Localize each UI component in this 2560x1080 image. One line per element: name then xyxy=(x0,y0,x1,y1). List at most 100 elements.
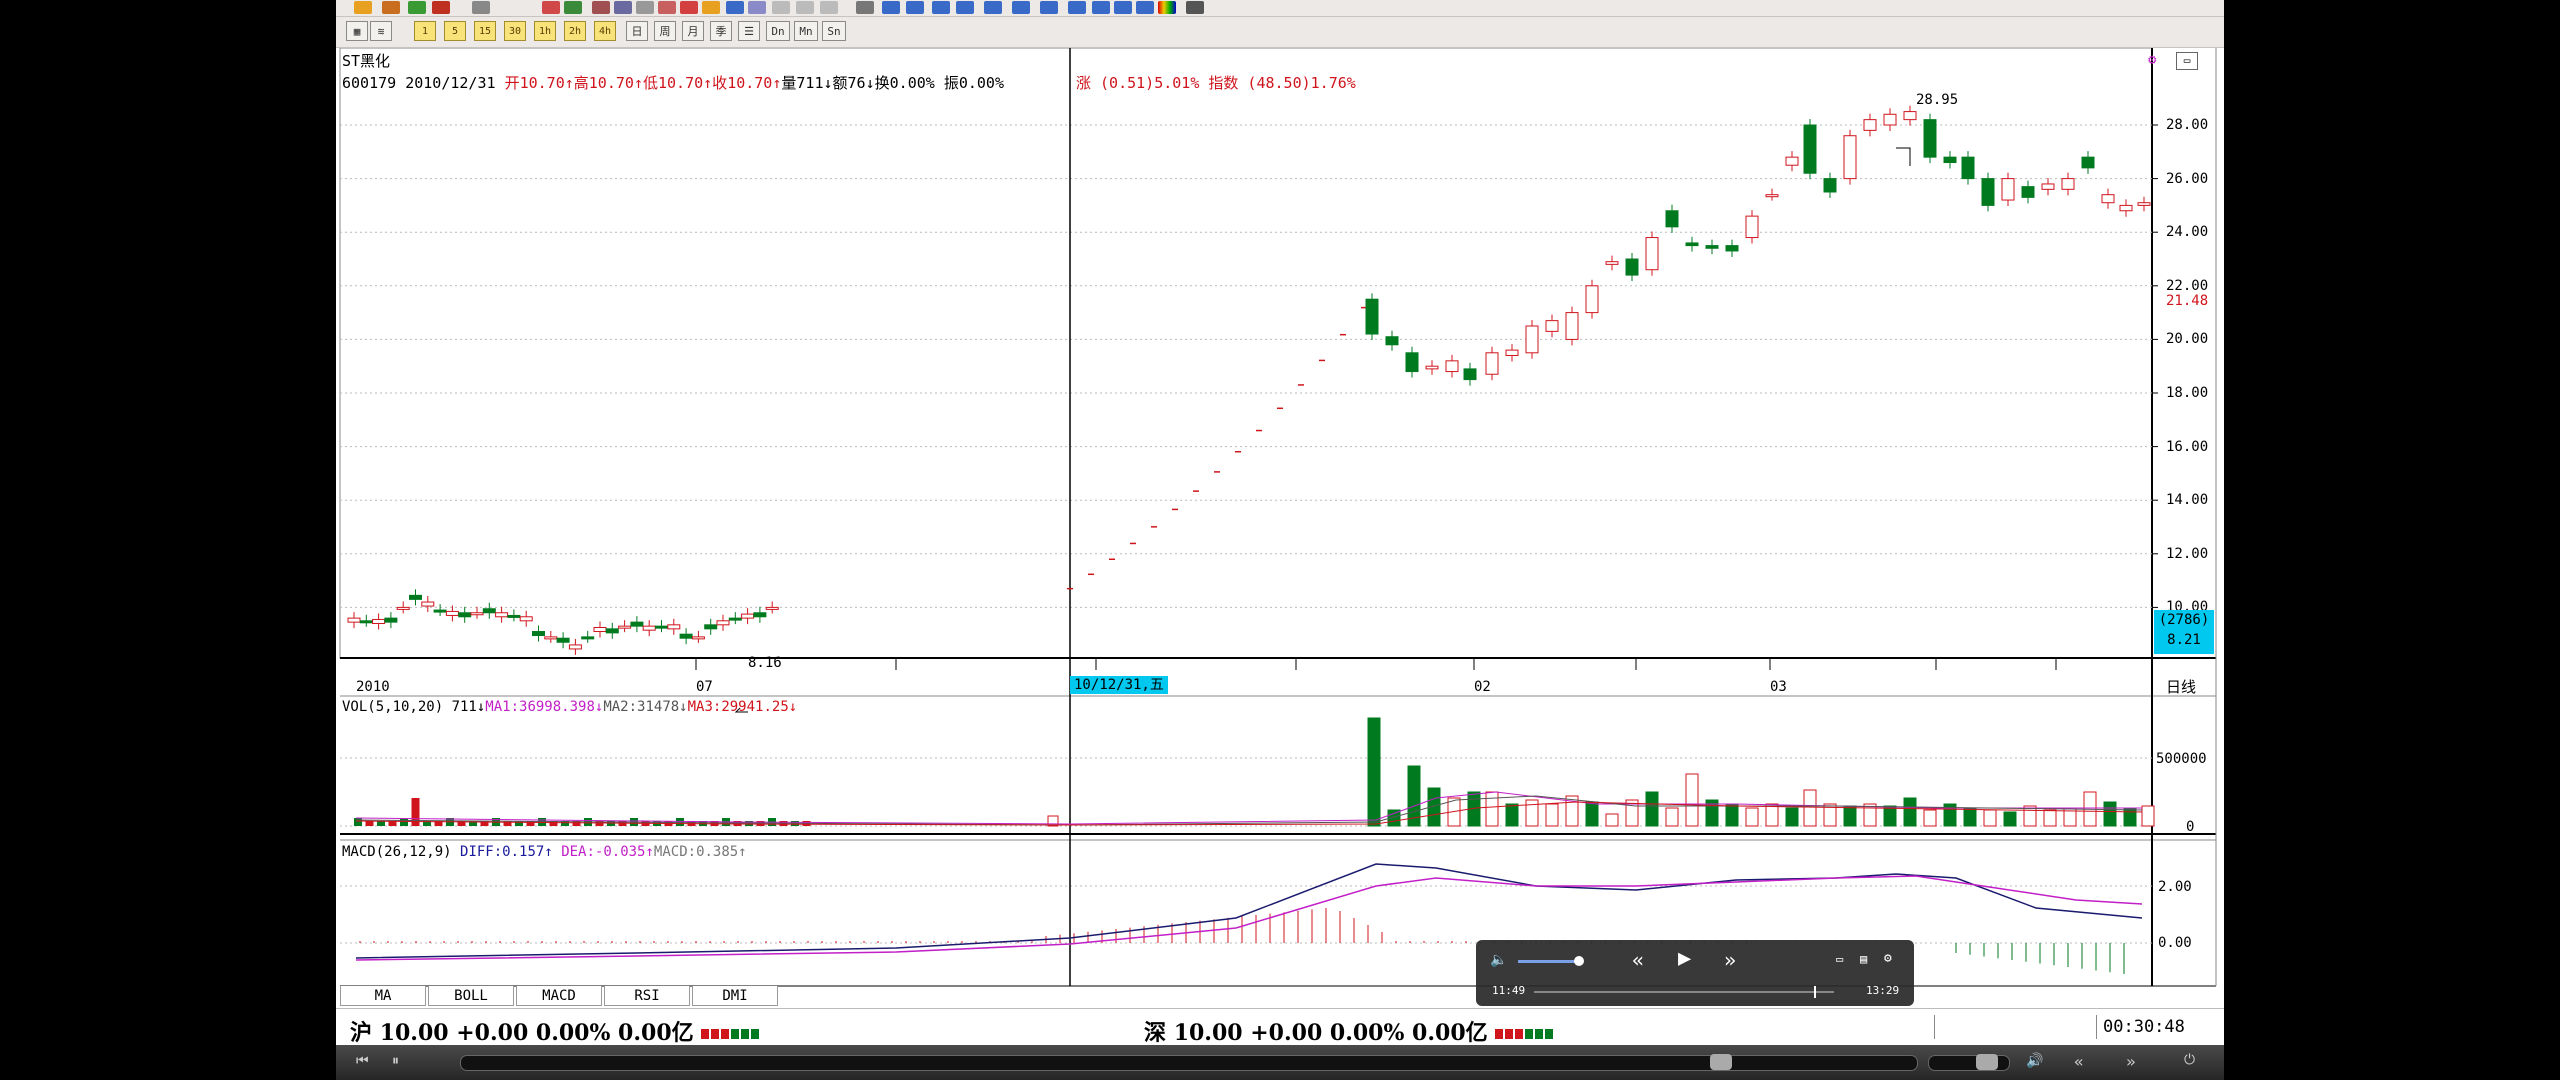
step-back-icon[interactable]: « xyxy=(2074,1052,2084,1071)
page-icon[interactable] xyxy=(592,1,610,14)
volume-bar xyxy=(354,818,362,826)
copy-tool-icon[interactable] xyxy=(1092,1,1110,14)
candle xyxy=(618,625,632,629)
forward-icon[interactable]: » xyxy=(1724,948,1736,972)
sh-strength-bars xyxy=(701,1020,761,1046)
player-volume-handle[interactable] xyxy=(1976,1054,1998,1070)
save-icon[interactable] xyxy=(1186,1,1204,14)
cursor-icon[interactable] xyxy=(856,1,874,14)
candle xyxy=(753,612,767,618)
volume-slider[interactable] xyxy=(1518,960,1578,963)
period-15min-button[interactable]: 15 xyxy=(474,21,496,41)
compare-icon[interactable]: ≋ xyxy=(370,21,392,41)
prev-icon[interactable]: ⏮ xyxy=(356,1053,369,1069)
bar-icon[interactable] xyxy=(820,1,838,14)
rights-icon[interactable] xyxy=(472,1,490,14)
window-icon[interactable] xyxy=(542,1,560,14)
tab-ma[interactable]: MA xyxy=(340,986,426,1006)
gear-icon[interactable] xyxy=(658,1,676,14)
tab-boll[interactable]: BOLL xyxy=(428,986,514,1006)
period-sn-button[interactable]: Sn xyxy=(822,21,846,41)
period-1h-button[interactable]: 1h xyxy=(534,21,556,41)
volume-bar xyxy=(1903,797,1917,827)
alert-icon[interactable] xyxy=(680,1,698,14)
caption-icon[interactable]: ▤ xyxy=(1860,952,1867,966)
speaker-icon[interactable]: 🔊 xyxy=(2026,1053,2043,1069)
period-toolbar: ▦ ≋ 1 5 15 30 1h 2h 4h 日 周 月 季 ☰ Dn Mn S… xyxy=(336,17,2224,48)
sz-name: 深 xyxy=(1144,1020,1167,1046)
pause-icon[interactable]: ⏸ xyxy=(392,1053,399,1069)
period-day-button[interactable]: 日 xyxy=(626,21,648,41)
period-week-button[interactable]: 周 xyxy=(654,21,676,41)
period-month-button[interactable]: 月 xyxy=(682,21,704,41)
window-toggle-icon[interactable]: ▭ xyxy=(2176,52,2198,70)
period-5min-button[interactable]: 5 xyxy=(444,21,466,41)
chart-type-icon[interactable]: ▦ xyxy=(346,21,368,41)
play-icon[interactable]: ▶ xyxy=(1678,946,1691,971)
price-tick: 26.00 xyxy=(2166,170,2209,187)
price-pane-frame xyxy=(339,48,2153,659)
tab-rsi[interactable]: RSI xyxy=(604,986,690,1006)
rewind-icon[interactable]: « xyxy=(1632,948,1644,972)
period-30min-button[interactable]: 30 xyxy=(504,21,526,41)
volume-knob[interactable] xyxy=(1574,956,1584,966)
period-2h-button[interactable]: 2h xyxy=(564,21,586,41)
tab-macd[interactable]: MACD xyxy=(516,986,602,1006)
up-arrow-icon: ↑ xyxy=(544,844,553,860)
arrow-tool-icon[interactable] xyxy=(984,1,1002,14)
box-icon[interactable] xyxy=(636,1,654,14)
line-tool-icon[interactable] xyxy=(882,1,900,14)
period-quarter-button[interactable]: 季 xyxy=(710,21,732,41)
indicator-icon[interactable] xyxy=(564,1,582,14)
seek-handle[interactable] xyxy=(1814,986,1816,998)
amplitude-value: 0.00% xyxy=(958,74,1004,92)
corner-menu-icon[interactable]: ⚙ xyxy=(2148,52,2174,70)
grid-icon[interactable] xyxy=(748,1,766,14)
period-mn-button[interactable]: Mn xyxy=(794,21,818,41)
volume-bar xyxy=(2141,805,2155,827)
report-icon[interactable] xyxy=(796,1,814,14)
rect-tool-icon[interactable] xyxy=(1012,1,1030,14)
kline-icon[interactable] xyxy=(354,1,372,14)
current-time: 11:49 xyxy=(1492,984,1526,997)
period-4h-button[interactable]: 4h xyxy=(594,21,616,41)
period-label[interactable]: 日线 xyxy=(2166,678,2196,696)
erase-tool-icon[interactable] xyxy=(1114,1,1132,14)
pencil-icon[interactable] xyxy=(702,1,720,14)
volume-icon[interactable]: 🔈 xyxy=(1490,952,1507,968)
change-value: 涨 (0.51)5.01% xyxy=(1076,74,1200,92)
table-icon[interactable] xyxy=(726,1,744,14)
vol-ma2: MA2:31478 xyxy=(603,699,680,715)
status-spacer xyxy=(1934,1015,2095,1039)
volume-bar xyxy=(400,818,408,826)
add-icon[interactable] xyxy=(408,1,426,14)
channel-tool-icon[interactable] xyxy=(932,1,950,14)
step-forward-icon[interactable]: » xyxy=(2126,1052,2136,1071)
candle xyxy=(1445,360,1459,373)
fan-tool-icon[interactable] xyxy=(956,1,974,14)
sz-strength-bars xyxy=(1495,1020,1555,1046)
text-tool-icon[interactable] xyxy=(1068,1,1086,14)
tab-dmi[interactable]: DMI xyxy=(692,986,778,1006)
seek-bar[interactable] xyxy=(1534,991,1834,993)
settings-icon[interactable]: ⚙ xyxy=(1884,951,1892,966)
close-value: 10.70 xyxy=(727,74,773,92)
delete-tool-icon[interactable] xyxy=(1136,1,1154,14)
intraday-icon[interactable] xyxy=(382,1,400,14)
ellipse-tool-icon[interactable] xyxy=(1040,1,1058,14)
power-icon[interactable]: ⏻ xyxy=(2184,1052,2195,1068)
period-1min-button[interactable]: 1 xyxy=(414,21,436,41)
volume-bar xyxy=(1665,807,1679,827)
period-year-button[interactable]: ☰ xyxy=(738,21,760,41)
pip-icon[interactable]: ▭ xyxy=(1836,952,1843,966)
date-tick-02: 02 xyxy=(1474,679,1491,695)
delete-icon[interactable] xyxy=(432,1,450,14)
player-seek-handle[interactable] xyxy=(1710,1054,1732,1070)
macd-diff: DIFF:0.157 xyxy=(460,844,545,860)
chart-icon[interactable] xyxy=(772,1,790,14)
color-icon[interactable] xyxy=(1158,1,1176,14)
layout-icon[interactable] xyxy=(614,1,632,14)
period-dn-button[interactable]: Dn xyxy=(766,21,790,41)
hline-tool-icon[interactable] xyxy=(906,1,924,14)
player-seek-bar[interactable] xyxy=(460,1055,1918,1071)
